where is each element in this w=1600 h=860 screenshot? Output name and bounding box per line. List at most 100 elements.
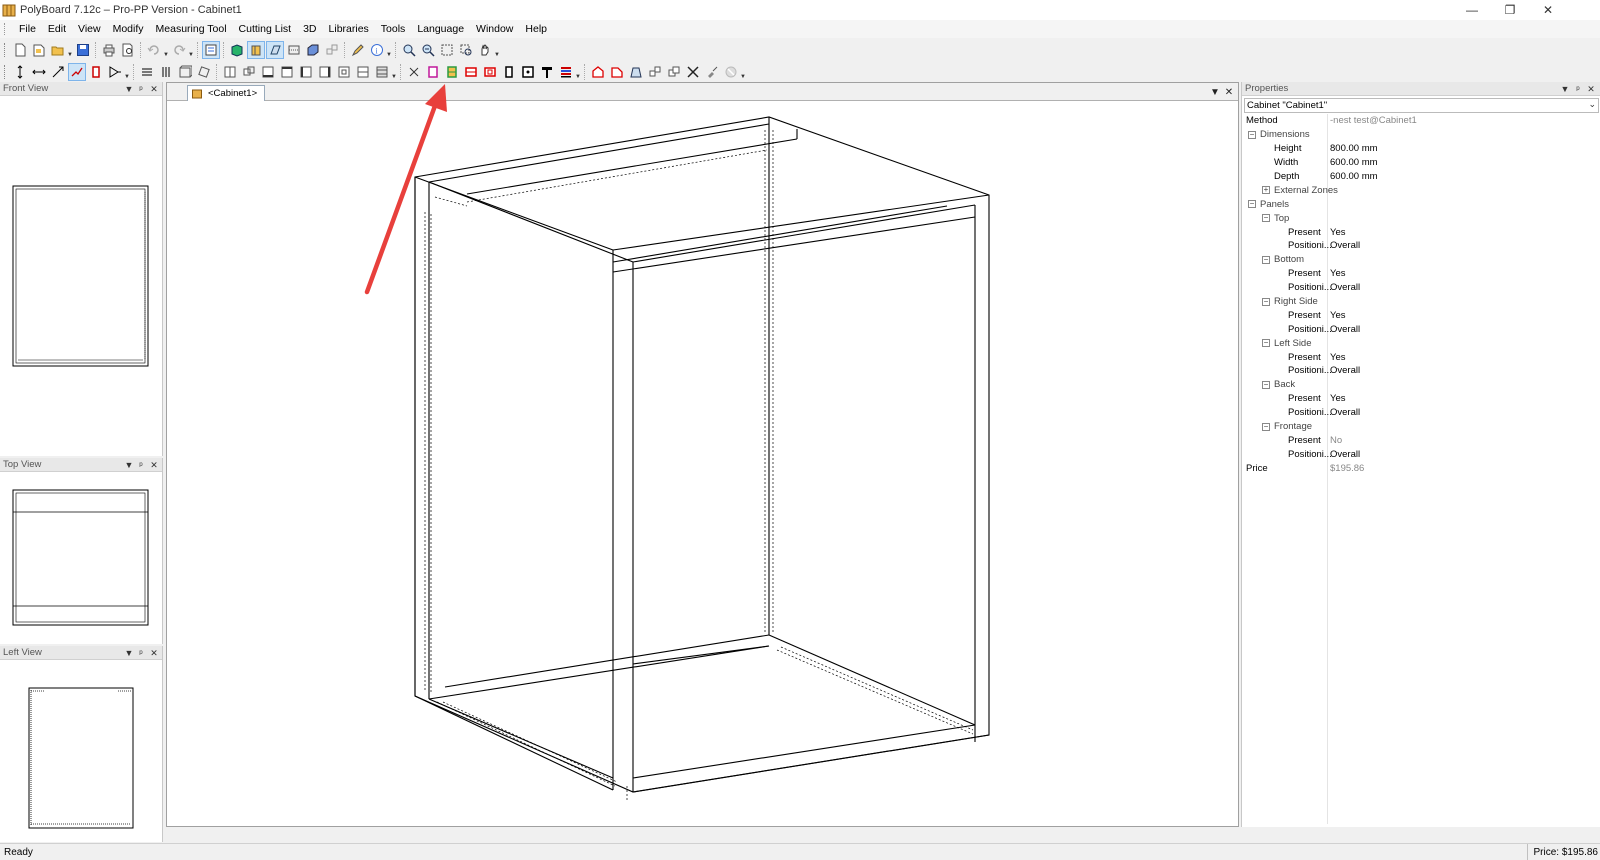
- shapes-dropdown[interactable]: ▼: [740, 64, 746, 80]
- close-document-icon[interactable]: ✕: [1223, 85, 1235, 99]
- zoom-extents-button[interactable]: [439, 42, 455, 58]
- print-button[interactable]: [101, 42, 117, 58]
- view-hidden-lines-button[interactable]: [286, 42, 302, 58]
- explode-button[interactable]: [324, 42, 340, 58]
- pencil-tool-button[interactable]: [350, 42, 366, 58]
- redo-dropdown[interactable]: ▼: [188, 42, 194, 58]
- hardware-button[interactable]: [520, 64, 536, 80]
- collapse-icon[interactable]: −: [1262, 214, 1270, 223]
- info-button[interactable]: i: [369, 42, 385, 58]
- undo-dropdown[interactable]: ▼: [163, 42, 169, 58]
- pin-icon[interactable]: ᵖ: [135, 458, 147, 472]
- property-category[interactable]: − Top: [1242, 211, 1600, 225]
- property-category[interactable]: − Panels: [1242, 197, 1600, 211]
- property-row[interactable]: Present Yes: [1242, 267, 1600, 281]
- undo-button[interactable]: [146, 42, 162, 58]
- property-category[interactable]: − Back: [1242, 378, 1600, 392]
- vertical-dimension-button[interactable]: [12, 64, 28, 80]
- pane-menu-icon[interactable]: ▼: [123, 458, 135, 472]
- property-row[interactable]: Height 800.00 mm: [1242, 142, 1600, 156]
- split-tool-button[interactable]: [107, 64, 123, 80]
- menu-language[interactable]: Language: [411, 23, 470, 35]
- panel-right-button[interactable]: [317, 64, 333, 80]
- diagonal-dimension-button[interactable]: [50, 64, 66, 80]
- object-selector[interactable]: Cabinet "Cabinet1" ⌄: [1244, 98, 1599, 113]
- property-category[interactable]: − Frontage: [1242, 420, 1600, 434]
- panel-left-button[interactable]: [298, 64, 314, 80]
- property-row[interactable]: Width 600.00 mm: [1242, 156, 1600, 170]
- panel-bottom-button[interactable]: [260, 64, 276, 80]
- panel-shelf-button[interactable]: [355, 64, 371, 80]
- pin-icon[interactable]: ᵖ: [135, 646, 147, 660]
- drawer-front-button[interactable]: [444, 64, 460, 80]
- drawer-box-button[interactable]: [482, 64, 498, 80]
- property-value[interactable]: Overall: [1328, 364, 1360, 378]
- assembly-button[interactable]: [647, 64, 663, 80]
- tab-list-icon[interactable]: ▼: [1209, 85, 1221, 99]
- view-3d-solid-button[interactable]: [229, 42, 245, 58]
- menu-tools[interactable]: Tools: [375, 23, 412, 35]
- property-row[interactable]: Positioni... Overall: [1242, 239, 1600, 253]
- pane-menu-icon[interactable]: ▼: [123, 646, 135, 660]
- property-value[interactable]: 600.00 mm: [1328, 170, 1378, 184]
- pin-icon[interactable]: ᵖ: [1572, 82, 1584, 96]
- menu-view[interactable]: View: [72, 23, 107, 35]
- close-pane-icon[interactable]: ✕: [148, 82, 160, 96]
- property-row[interactable]: Positioni... Overall: [1242, 281, 1600, 295]
- hammer-button[interactable]: [539, 64, 555, 80]
- redo-button[interactable]: [171, 42, 187, 58]
- angle-tool-button[interactable]: [67, 63, 86, 81]
- property-row[interactable]: Positioni... Overall: [1242, 322, 1600, 336]
- new-template-button[interactable]: [31, 42, 47, 58]
- property-value[interactable]: No: [1328, 433, 1342, 447]
- cut-tool-button[interactable]: [406, 64, 422, 80]
- drawer-red-button[interactable]: [463, 64, 479, 80]
- menu-edit[interactable]: Edit: [42, 23, 72, 35]
- panel-overlap-button[interactable]: [241, 64, 257, 80]
- pan-button[interactable]: [477, 42, 493, 58]
- pane-menu-icon[interactable]: ▼: [123, 82, 135, 96]
- property-row[interactable]: Present Yes: [1242, 225, 1600, 239]
- front-view-canvas[interactable]: [0, 96, 162, 456]
- materials-button[interactable]: [558, 64, 574, 80]
- top-view-canvas[interactable]: [0, 472, 162, 644]
- door-magenta-button[interactable]: [425, 64, 441, 80]
- panel-top-button[interactable]: [279, 64, 295, 80]
- door-black-button[interactable]: [501, 64, 517, 80]
- property-row[interactable]: Price $195.86: [1242, 461, 1600, 475]
- collapse-icon[interactable]: −: [1262, 255, 1270, 264]
- property-value[interactable]: Overall: [1328, 239, 1360, 253]
- zoom-out-button[interactable]: [420, 42, 436, 58]
- save-button[interactable]: [75, 42, 91, 58]
- property-category[interactable]: + External Zones: [1242, 183, 1600, 197]
- property-row[interactable]: Positioni... Overall: [1242, 406, 1600, 420]
- view-3d-shaded-button[interactable]: [246, 41, 265, 59]
- property-value[interactable]: 600.00 mm: [1328, 156, 1378, 170]
- pentagon-shape-button[interactable]: [590, 64, 606, 80]
- menu-cutting-list[interactable]: Cutting List: [233, 23, 298, 35]
- close-pane-icon[interactable]: ✕: [1585, 82, 1597, 96]
- panel-drawer-button[interactable]: [374, 64, 390, 80]
- left-view-canvas[interactable]: [0, 660, 162, 842]
- trapezoid-shape-button[interactable]: [628, 64, 644, 80]
- angled-shape-button[interactable]: [609, 64, 625, 80]
- panel-front-button[interactable]: [222, 64, 238, 80]
- property-row[interactable]: Positioni... Overall: [1242, 364, 1600, 378]
- property-value[interactable]: Overall: [1328, 281, 1360, 295]
- carcass-button[interactable]: [177, 64, 193, 80]
- open-dropdown[interactable]: ▼: [67, 42, 73, 58]
- property-row[interactable]: Depth 600.00 mm: [1242, 170, 1600, 184]
- property-row[interactable]: Positioni... Overall: [1242, 447, 1600, 461]
- property-row[interactable]: Present No: [1242, 433, 1600, 447]
- brush-button[interactable]: [704, 64, 720, 80]
- property-value[interactable]: Yes: [1328, 392, 1346, 406]
- property-category[interactable]: − Bottom: [1242, 253, 1600, 267]
- dividers-button[interactable]: [158, 64, 174, 80]
- join-button[interactable]: [666, 64, 682, 80]
- property-value[interactable]: -nest test@Cabinet1: [1328, 114, 1417, 128]
- collapse-icon[interactable]: −: [1262, 422, 1270, 431]
- rotate-button[interactable]: [196, 64, 212, 80]
- property-category[interactable]: − Right Side: [1242, 295, 1600, 309]
- property-value[interactable]: Yes: [1328, 308, 1346, 322]
- property-value[interactable]: Overall: [1328, 322, 1360, 336]
